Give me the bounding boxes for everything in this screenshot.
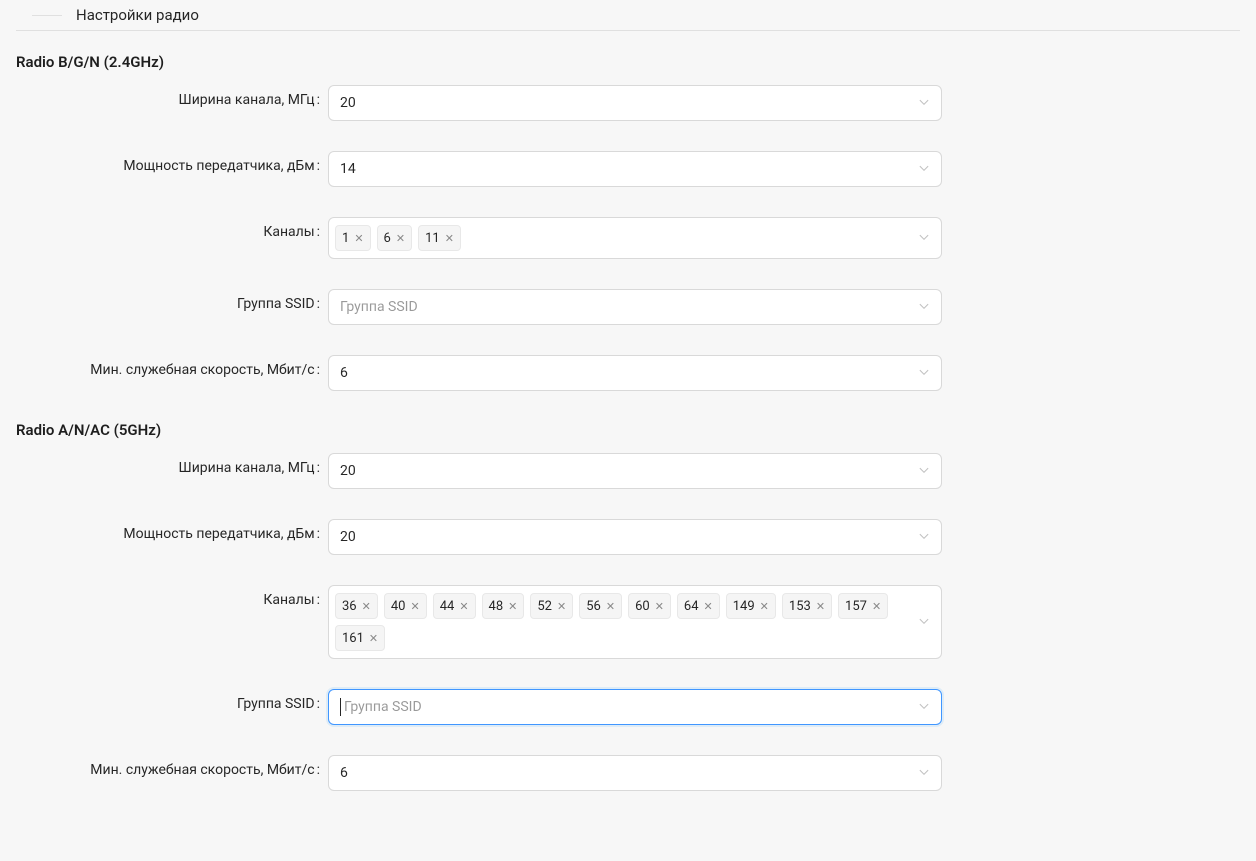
chevron-down-icon: [918, 767, 930, 779]
chevron-down-icon: [918, 616, 930, 628]
channel-tag: 44 ✕: [433, 593, 476, 619]
tag-remove-icon[interactable]: ✕: [508, 601, 517, 612]
channel-tag-label: 149: [733, 599, 755, 614]
tag-remove-icon[interactable]: ✕: [396, 233, 405, 244]
channel-tag-label: 64: [684, 599, 699, 614]
tag-remove-icon[interactable]: ✕: [354, 233, 363, 244]
channel-tag-label: 56: [586, 599, 601, 614]
text-cursor: [340, 698, 341, 716]
channel-tag: 153 ✕: [782, 593, 832, 619]
channel-tag-label: 60: [635, 599, 650, 614]
channel-tag: 157 ✕: [838, 593, 888, 619]
select-value: 20: [340, 95, 356, 111]
channel-tag: 56 ✕: [579, 593, 622, 619]
select-placeholder: Группа SSID: [344, 699, 422, 715]
tag-remove-icon[interactable]: ✕: [362, 601, 371, 612]
row-5-ssid-group: Группа SSID Группа SSID: [16, 689, 1240, 725]
chevron-down-icon: [918, 367, 930, 379]
multiselect-24-channels[interactable]: 1✕6✕11✕: [328, 217, 942, 259]
select-value: 20: [340, 529, 356, 545]
channel-tag: 52 ✕: [530, 593, 573, 619]
row-5-tx-power: Мощность передатчика, дБм 20: [16, 519, 1240, 555]
label-24-min-rate: Мин. служебная скорость, Мбит/с: [16, 355, 328, 378]
channel-tag-label: 161: [342, 631, 364, 646]
tag-remove-icon[interactable]: ✕: [760, 601, 769, 612]
tag-remove-icon[interactable]: ✕: [606, 601, 615, 612]
tag-remove-icon[interactable]: ✕: [445, 233, 454, 244]
multiselect-5-channels[interactable]: 36 ✕ 40 ✕ 44 ✕ 48 ✕ 52 ✕ 56 ✕ 60 ✕ 64 ✕ 149 ✕ 153 ✕ 157 ✕ 161 ✕: [328, 585, 942, 659]
select-24-ssid-group[interactable]: Группа SSID: [328, 289, 942, 325]
label-24-ssid-group: Группа SSID: [16, 289, 328, 312]
tag-remove-icon[interactable]: ✕: [816, 601, 825, 612]
select-value: 14: [340, 161, 356, 177]
row-5-min-rate: Мин. служебная скорость, Мбит/с 6: [16, 755, 1240, 791]
label-5-min-rate: Мин. служебная скорость, Мбит/с: [16, 755, 328, 778]
row-5-channel-width: Ширина канала, МГц 20: [16, 453, 1240, 489]
select-placeholder: Группа SSID: [340, 299, 418, 315]
label-24-tx-power: Мощность передатчика, дБм: [16, 151, 328, 174]
chevron-down-icon: [918, 232, 930, 244]
select-value: 6: [340, 765, 348, 781]
channel-tag: 64 ✕: [677, 593, 720, 619]
select-value: 6: [340, 365, 348, 381]
channel-tag-label: 11: [425, 231, 440, 246]
channel-tag: 60 ✕: [628, 593, 671, 619]
tag-remove-icon[interactable]: ✕: [872, 601, 881, 612]
channel-tag-label: 6: [384, 231, 391, 246]
channel-tag-label: 44: [440, 599, 455, 614]
chevron-down-icon: [918, 301, 930, 313]
select-24-min-rate[interactable]: 6: [328, 355, 942, 391]
section-header-24ghz: Radio B/G/N (2.4GHz): [16, 53, 1240, 71]
select-5-tx-power[interactable]: 20: [328, 519, 942, 555]
channel-tag: 36 ✕: [335, 593, 378, 619]
channel-tag-label: 40: [391, 599, 406, 614]
channel-tag-label: 48: [489, 599, 504, 614]
chevron-down-icon: [918, 465, 930, 477]
channel-tag: 40 ✕: [384, 593, 427, 619]
channel-tag-label: 1: [342, 231, 349, 246]
label-5-tx-power: Мощность передатчика, дБм: [16, 519, 328, 542]
select-5-ssid-group[interactable]: Группа SSID: [328, 689, 942, 725]
row-24-ssid-group: Группа SSID Группа SSID: [16, 289, 1240, 325]
label-24-channels: Каналы: [16, 217, 328, 240]
select-5-min-rate[interactable]: 6: [328, 755, 942, 791]
row-24-channels: Каналы 1✕6✕11✕: [16, 217, 1240, 259]
select-24-channel-width[interactable]: 20: [328, 85, 942, 121]
channel-tag: 1✕: [335, 225, 371, 251]
tag-remove-icon[interactable]: ✕: [704, 601, 713, 612]
row-24-min-rate: Мин. служебная скорость, Мбит/с 6: [16, 355, 1240, 391]
chevron-down-icon: [918, 531, 930, 543]
row-24-tx-power: Мощность передатчика, дБм 14: [16, 151, 1240, 187]
channel-tag-label: 157: [845, 599, 867, 614]
channel-tag-label: 36: [342, 599, 357, 614]
label-5-channels: Каналы: [16, 585, 328, 608]
row-24-channel-width: Ширина канала, МГц 20: [16, 85, 1240, 121]
channel-tag: 149 ✕: [726, 593, 776, 619]
section-header-5ghz: Radio A/N/AC (5GHz): [16, 421, 1240, 439]
fieldset-title: Настройки радио: [16, 0, 1240, 31]
select-24-tx-power[interactable]: 14: [328, 151, 942, 187]
channel-tag: 6✕: [377, 225, 413, 251]
chevron-down-icon: [918, 163, 930, 175]
chevron-down-icon: [918, 701, 930, 713]
radio-settings-form: Настройки радио Radio B/G/N (2.4GHz) Шир…: [0, 0, 1256, 861]
channel-tag: 48 ✕: [482, 593, 525, 619]
channel-tag: 161 ✕: [335, 625, 385, 651]
select-5-channel-width[interactable]: 20: [328, 453, 942, 489]
channel-tag-label: 52: [537, 599, 552, 614]
tag-remove-icon[interactable]: ✕: [557, 601, 566, 612]
tag-remove-icon[interactable]: ✕: [410, 601, 419, 612]
channel-tag: 11 ✕: [418, 225, 461, 251]
label-5-ssid-group: Группа SSID: [16, 689, 328, 712]
label-5-channel-width: Ширина канала, МГц: [16, 453, 328, 476]
chevron-down-icon: [918, 97, 930, 109]
tag-remove-icon[interactable]: ✕: [369, 633, 378, 644]
row-5-channels: Каналы 36✕40✕44✕48✕52✕56✕60✕64✕149✕153✕1…: [16, 585, 1240, 659]
channel-tag-label: 153: [789, 599, 811, 614]
select-value: 20: [340, 463, 356, 479]
label-24-channel-width: Ширина канала, МГц: [16, 85, 328, 108]
tag-remove-icon[interactable]: ✕: [459, 601, 468, 612]
tag-remove-icon[interactable]: ✕: [655, 601, 664, 612]
